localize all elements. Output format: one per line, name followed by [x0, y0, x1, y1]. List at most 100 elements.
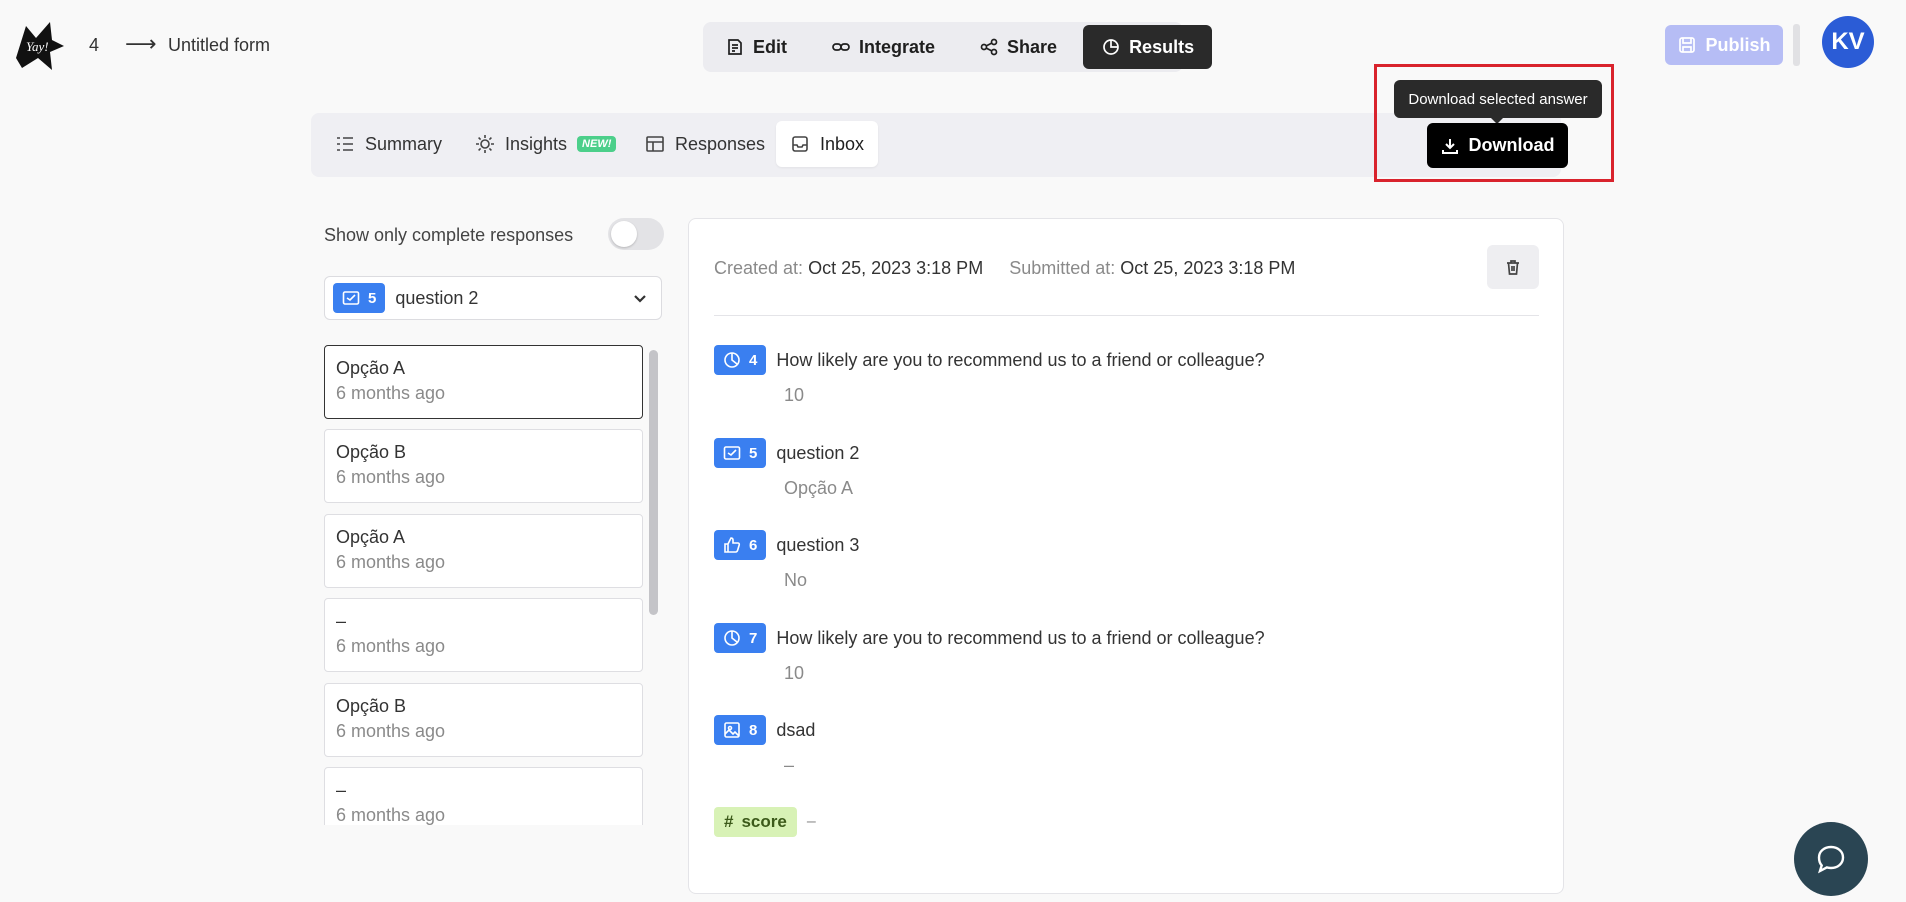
response-title: –: [336, 780, 347, 800]
tab-summary[interactable]: Summary: [321, 121, 456, 167]
tab-insights[interactable]: Insights NEW!: [461, 121, 630, 167]
tab-responses-label: Responses: [675, 133, 766, 154]
question-badge: 5: [714, 438, 767, 468]
trash-icon: [1507, 260, 1519, 275]
complete-responses-label: Show only complete responses: [324, 225, 574, 245]
publish-button[interactable]: Publish: [1665, 25, 1783, 65]
answer-text: 10: [784, 663, 805, 683]
response-date: 6 months ago: [336, 383, 446, 403]
answer-text: No: [784, 570, 808, 590]
form-number: 4: [89, 35, 100, 55]
list-item[interactable]: – 6 months ago: [324, 767, 643, 825]
response-date: 6 months ago: [336, 467, 446, 487]
link-icon: [832, 43, 850, 51]
inbox-icon: [792, 136, 808, 152]
avatar[interactable]: KV: [1822, 16, 1874, 68]
download-button[interactable]: Download: [1427, 123, 1568, 168]
response-date: 6 months ago: [336, 552, 446, 572]
thumbs-up-icon: [724, 537, 741, 553]
score-label: score: [741, 812, 787, 831]
question-text: question 3: [776, 534, 860, 555]
answer-text: 10: [784, 385, 805, 405]
question-text: question 2: [776, 442, 860, 463]
save-icon: [1679, 37, 1696, 53]
publish-label: Publish: [1705, 34, 1771, 55]
answer-item: 8 dsad –: [714, 715, 815, 776]
response-title: Opção B: [336, 442, 407, 462]
question-badge: 6: [714, 530, 767, 560]
question-select-label: question 2: [395, 287, 479, 308]
response-list[interactable]: Opção A 6 months ago Opção B 6 months ag…: [324, 345, 660, 825]
nav-results-label: Results: [1129, 36, 1195, 57]
nav-integrate-label: Integrate: [859, 36, 936, 57]
nav-edit-label: Edit: [753, 36, 787, 57]
answer-text: Opção A: [784, 478, 854, 498]
response-title: –: [336, 611, 347, 631]
tab-inbox-label: Inbox: [820, 133, 865, 154]
question-badge: 8: [714, 715, 767, 745]
question-text: How likely are you to recommend us to a …: [776, 349, 1265, 370]
top-nav: Edit Integrate Share Results: [703, 22, 1213, 72]
gauge-icon: [724, 630, 740, 646]
list-item[interactable]: Opção B 6 months ago: [324, 429, 643, 503]
complete-responses-toggle[interactable]: [608, 218, 664, 250]
question-badge: 4: [714, 345, 767, 375]
answer-item: 7 How likely are you to recommend us to …: [714, 623, 1265, 684]
table-icon: [646, 136, 664, 152]
delete-response-button[interactable]: [1487, 245, 1539, 289]
chat-icon: [1817, 845, 1845, 874]
yay-logo[interactable]: Yay!: [12, 18, 66, 72]
question-badge-number: 5: [368, 289, 377, 307]
question-number: 8: [749, 721, 758, 739]
response-title: Opção A: [336, 527, 406, 547]
list-item[interactable]: Opção A 6 months ago: [324, 514, 643, 588]
answer-item: 4 How likely are you to recommend us to …: [714, 345, 1265, 406]
download-tooltip: Download selected answer: [1394, 80, 1602, 124]
score-tag: # score: [714, 807, 797, 837]
score-value: –: [806, 813, 816, 830]
answer-item: 6 question 3 No: [714, 530, 859, 591]
submitted-value: Oct 25, 2023 3:18 PM: [1120, 258, 1296, 278]
share-icon: [980, 38, 998, 56]
tab-responses[interactable]: Responses: [631, 121, 779, 167]
response-date: 6 months ago: [336, 636, 446, 656]
chevron-down-icon: [634, 295, 646, 303]
list-scrollbar[interactable]: [649, 350, 658, 615]
nav-results[interactable]: Results: [1083, 25, 1213, 69]
form-title[interactable]: Untitled form: [168, 35, 270, 56]
checkbox-icon: [723, 446, 741, 460]
nav-share-label: Share: [1007, 36, 1058, 57]
edit-icon: [728, 39, 742, 55]
question-number: 7: [749, 629, 758, 647]
checkbox-icon: [342, 291, 360, 305]
chat-support-button[interactable]: [1794, 822, 1868, 896]
list-icon: [337, 137, 353, 151]
tab-insights-label: Insights: [505, 133, 568, 154]
response-title: Opção B: [336, 696, 407, 716]
answer-text: –: [784, 755, 795, 775]
question-text: How likely are you to recommend us to a …: [776, 627, 1265, 648]
response-date: 6 months ago: [336, 721, 446, 741]
image-icon: [724, 722, 740, 738]
question-badge: 7: [714, 623, 767, 653]
tab-inbox[interactable]: Inbox: [776, 121, 879, 167]
nav-share[interactable]: Share: [961, 25, 1075, 69]
question-badge: 5: [333, 283, 386, 313]
response-meta: Created at: Oct 25, 2023 3:18 PM Submitt…: [714, 258, 1295, 279]
list-item[interactable]: – 6 months ago: [324, 598, 643, 672]
response-date: 6 months ago: [336, 805, 446, 825]
list-item[interactable]: Opção A 6 months ago: [324, 345, 643, 419]
score-row: # score –: [714, 807, 816, 837]
submitted-label: Submitted at:: [1009, 258, 1116, 278]
nav-edit[interactable]: Edit: [707, 25, 805, 69]
answer-item: 5 question 2 Opção A: [714, 438, 859, 499]
nav-integrate[interactable]: Integrate: [813, 25, 953, 69]
question-select[interactable]: 5 question 2: [324, 276, 662, 320]
pie-chart-icon: [1103, 39, 1119, 55]
question-number: 4: [749, 351, 758, 369]
download-label: Download: [1468, 135, 1555, 155]
hash-icon: #: [724, 812, 734, 831]
question-text: dsad: [776, 719, 816, 740]
list-item[interactable]: Opção B 6 months ago: [324, 683, 643, 757]
breadcrumb-arrow: ⟶: [125, 31, 157, 56]
